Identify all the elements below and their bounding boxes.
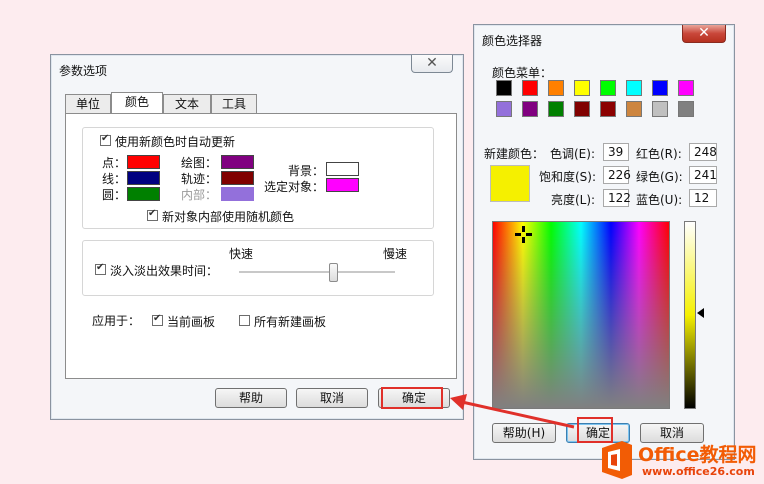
- fade-label: 淡入淡出效果时间：: [110, 264, 219, 278]
- color-settings-group: 使用新颜色时自动更新 点： 线： 圆： 绘图： 轨迹： 内部： 背景： 选定对象…: [82, 127, 434, 229]
- red-input[interactable]: 248: [689, 143, 717, 161]
- preferences-help-button[interactable]: 帮助: [215, 388, 287, 408]
- apply-all-checkbox[interactable]: [239, 315, 250, 326]
- palette-swatch[interactable]: [522, 101, 538, 117]
- palette-swatch[interactable]: [678, 80, 694, 96]
- color-picker-close-button[interactable]: ✕: [682, 25, 726, 43]
- preferences-tab-strip: 单位 颜色 文本 工具: [65, 92, 455, 114]
- watermark: Office教程网 www.office26.com: [598, 438, 764, 484]
- color-picker-dialog: 颜色选择器 ✕ 颜色菜单： 新建颜色： 色调(E): 39 饱和度(S): 22…: [473, 24, 735, 460]
- watermark-brand: Office教程网: [638, 444, 757, 466]
- auto-update-label: 使用新颜色时自动更新: [115, 135, 236, 149]
- apply-all-label: 所有新建画板: [254, 315, 327, 329]
- color-menu-label: 颜色菜单：: [492, 66, 553, 80]
- preferences-dialog: 参数选项 ✕ 单位 颜色 文本 工具 使用新颜色时自动更新 点： 线： 圆： 绘…: [50, 54, 464, 420]
- color-spectrum[interactable]: [492, 221, 670, 409]
- fade-slider-thumb[interactable]: [328, 263, 338, 282]
- sat-input[interactable]: 226: [603, 166, 631, 184]
- luminance-pointer-icon[interactable]: [697, 308, 704, 318]
- close-icon: ✕: [698, 25, 710, 41]
- slow-label: 慢速: [383, 247, 408, 261]
- sat-label: 饱和度(S):: [539, 170, 597, 184]
- palette-swatch[interactable]: [652, 101, 668, 117]
- background-color-swatch[interactable]: [326, 162, 359, 176]
- spectrum-crosshair-icon: [515, 226, 532, 243]
- close-icon: ✕: [426, 55, 438, 71]
- ok-highlight-box: [381, 387, 443, 409]
- palette-swatch[interactable]: [652, 80, 668, 96]
- random-interior-label: 新对象内部使用随机颜色: [162, 210, 295, 224]
- green-input[interactable]: 241: [689, 166, 717, 184]
- palette-swatch[interactable]: [600, 80, 616, 96]
- lum-label: 亮度(L):: [551, 193, 596, 207]
- random-interior-checkbox[interactable]: [147, 208, 158, 221]
- palette-swatch[interactable]: [574, 80, 590, 96]
- palette-swatch[interactable]: [496, 80, 512, 96]
- color-picker-titlebar[interactable]: 颜色选择器 ✕: [474, 25, 734, 53]
- locus-color-label: 轨迹：: [181, 172, 218, 186]
- line-color-swatch[interactable]: [127, 171, 160, 185]
- blue-input[interactable]: 12: [689, 189, 717, 207]
- office-logo-icon: [602, 441, 632, 479]
- tab-tools[interactable]: 工具: [211, 94, 257, 113]
- color-picker-title: 颜色选择器: [482, 34, 543, 48]
- plot-color-swatch[interactable]: [221, 155, 254, 169]
- hue-input[interactable]: 39: [603, 143, 629, 161]
- line-color-label: 线：: [102, 172, 127, 186]
- blue-label: 蓝色(U):: [636, 193, 683, 207]
- interior-color-swatch: [221, 187, 254, 201]
- background-color-label: 背景：: [288, 164, 325, 178]
- hue-label: 色调(E):: [550, 147, 595, 161]
- fade-slider-track[interactable]: [239, 271, 395, 274]
- preferences-title: 参数选项: [59, 64, 108, 78]
- apply-current-label: 当前画板: [167, 315, 216, 329]
- fast-label: 快速: [229, 247, 254, 261]
- circle-color-swatch[interactable]: [127, 187, 160, 201]
- point-color-label: 点：: [102, 156, 127, 170]
- plot-color-label: 绘图：: [181, 156, 218, 170]
- palette-swatch[interactable]: [548, 80, 564, 96]
- palette-swatch[interactable]: [574, 101, 590, 117]
- preferences-titlebar[interactable]: 参数选项 ✕: [51, 55, 463, 83]
- point-color-swatch[interactable]: [127, 155, 160, 169]
- palette-swatch[interactable]: [522, 80, 538, 96]
- fade-effect-group: 快速 慢速 淡入淡出效果时间：: [82, 240, 434, 296]
- watermark-url: www.office26.com: [642, 465, 755, 478]
- tab-colors[interactable]: 颜色: [111, 92, 163, 113]
- palette-swatch[interactable]: [626, 101, 642, 117]
- lum-input[interactable]: 122: [603, 189, 631, 207]
- apply-to-label: 应用于：: [92, 314, 141, 328]
- circle-color-label: 圆：: [102, 188, 127, 202]
- colors-tab-panel: 使用新颜色时自动更新 点： 线： 圆： 绘图： 轨迹： 内部： 背景： 选定对象…: [65, 113, 457, 379]
- new-color-label: 新建颜色：: [484, 147, 545, 161]
- selection-color-swatch[interactable]: [326, 178, 359, 192]
- apply-current-checkbox[interactable]: [152, 313, 163, 326]
- palette-swatch[interactable]: [600, 101, 616, 117]
- interior-color-label: 内部：: [181, 188, 218, 202]
- preferences-cancel-button[interactable]: 取消: [296, 388, 368, 408]
- tab-units[interactable]: 单位: [65, 94, 111, 113]
- green-label: 绿色(G):: [636, 170, 683, 184]
- auto-update-checkbox[interactable]: [100, 133, 111, 146]
- fade-checkbox[interactable]: [95, 262, 106, 275]
- locus-color-swatch[interactable]: [221, 171, 254, 185]
- palette-swatch[interactable]: [496, 101, 512, 117]
- picker-help-button[interactable]: 帮助(H): [492, 423, 556, 443]
- new-color-preview: [490, 165, 530, 202]
- luminance-bar[interactable]: [684, 221, 696, 409]
- palette-swatch[interactable]: [626, 80, 642, 96]
- selection-color-label: 选定对象：: [264, 180, 325, 194]
- palette-swatch[interactable]: [548, 101, 564, 117]
- red-label: 红色(R):: [636, 147, 682, 161]
- tab-text[interactable]: 文本: [163, 94, 211, 113]
- palette-swatch[interactable]: [678, 101, 694, 117]
- preferences-close-button[interactable]: ✕: [411, 55, 453, 73]
